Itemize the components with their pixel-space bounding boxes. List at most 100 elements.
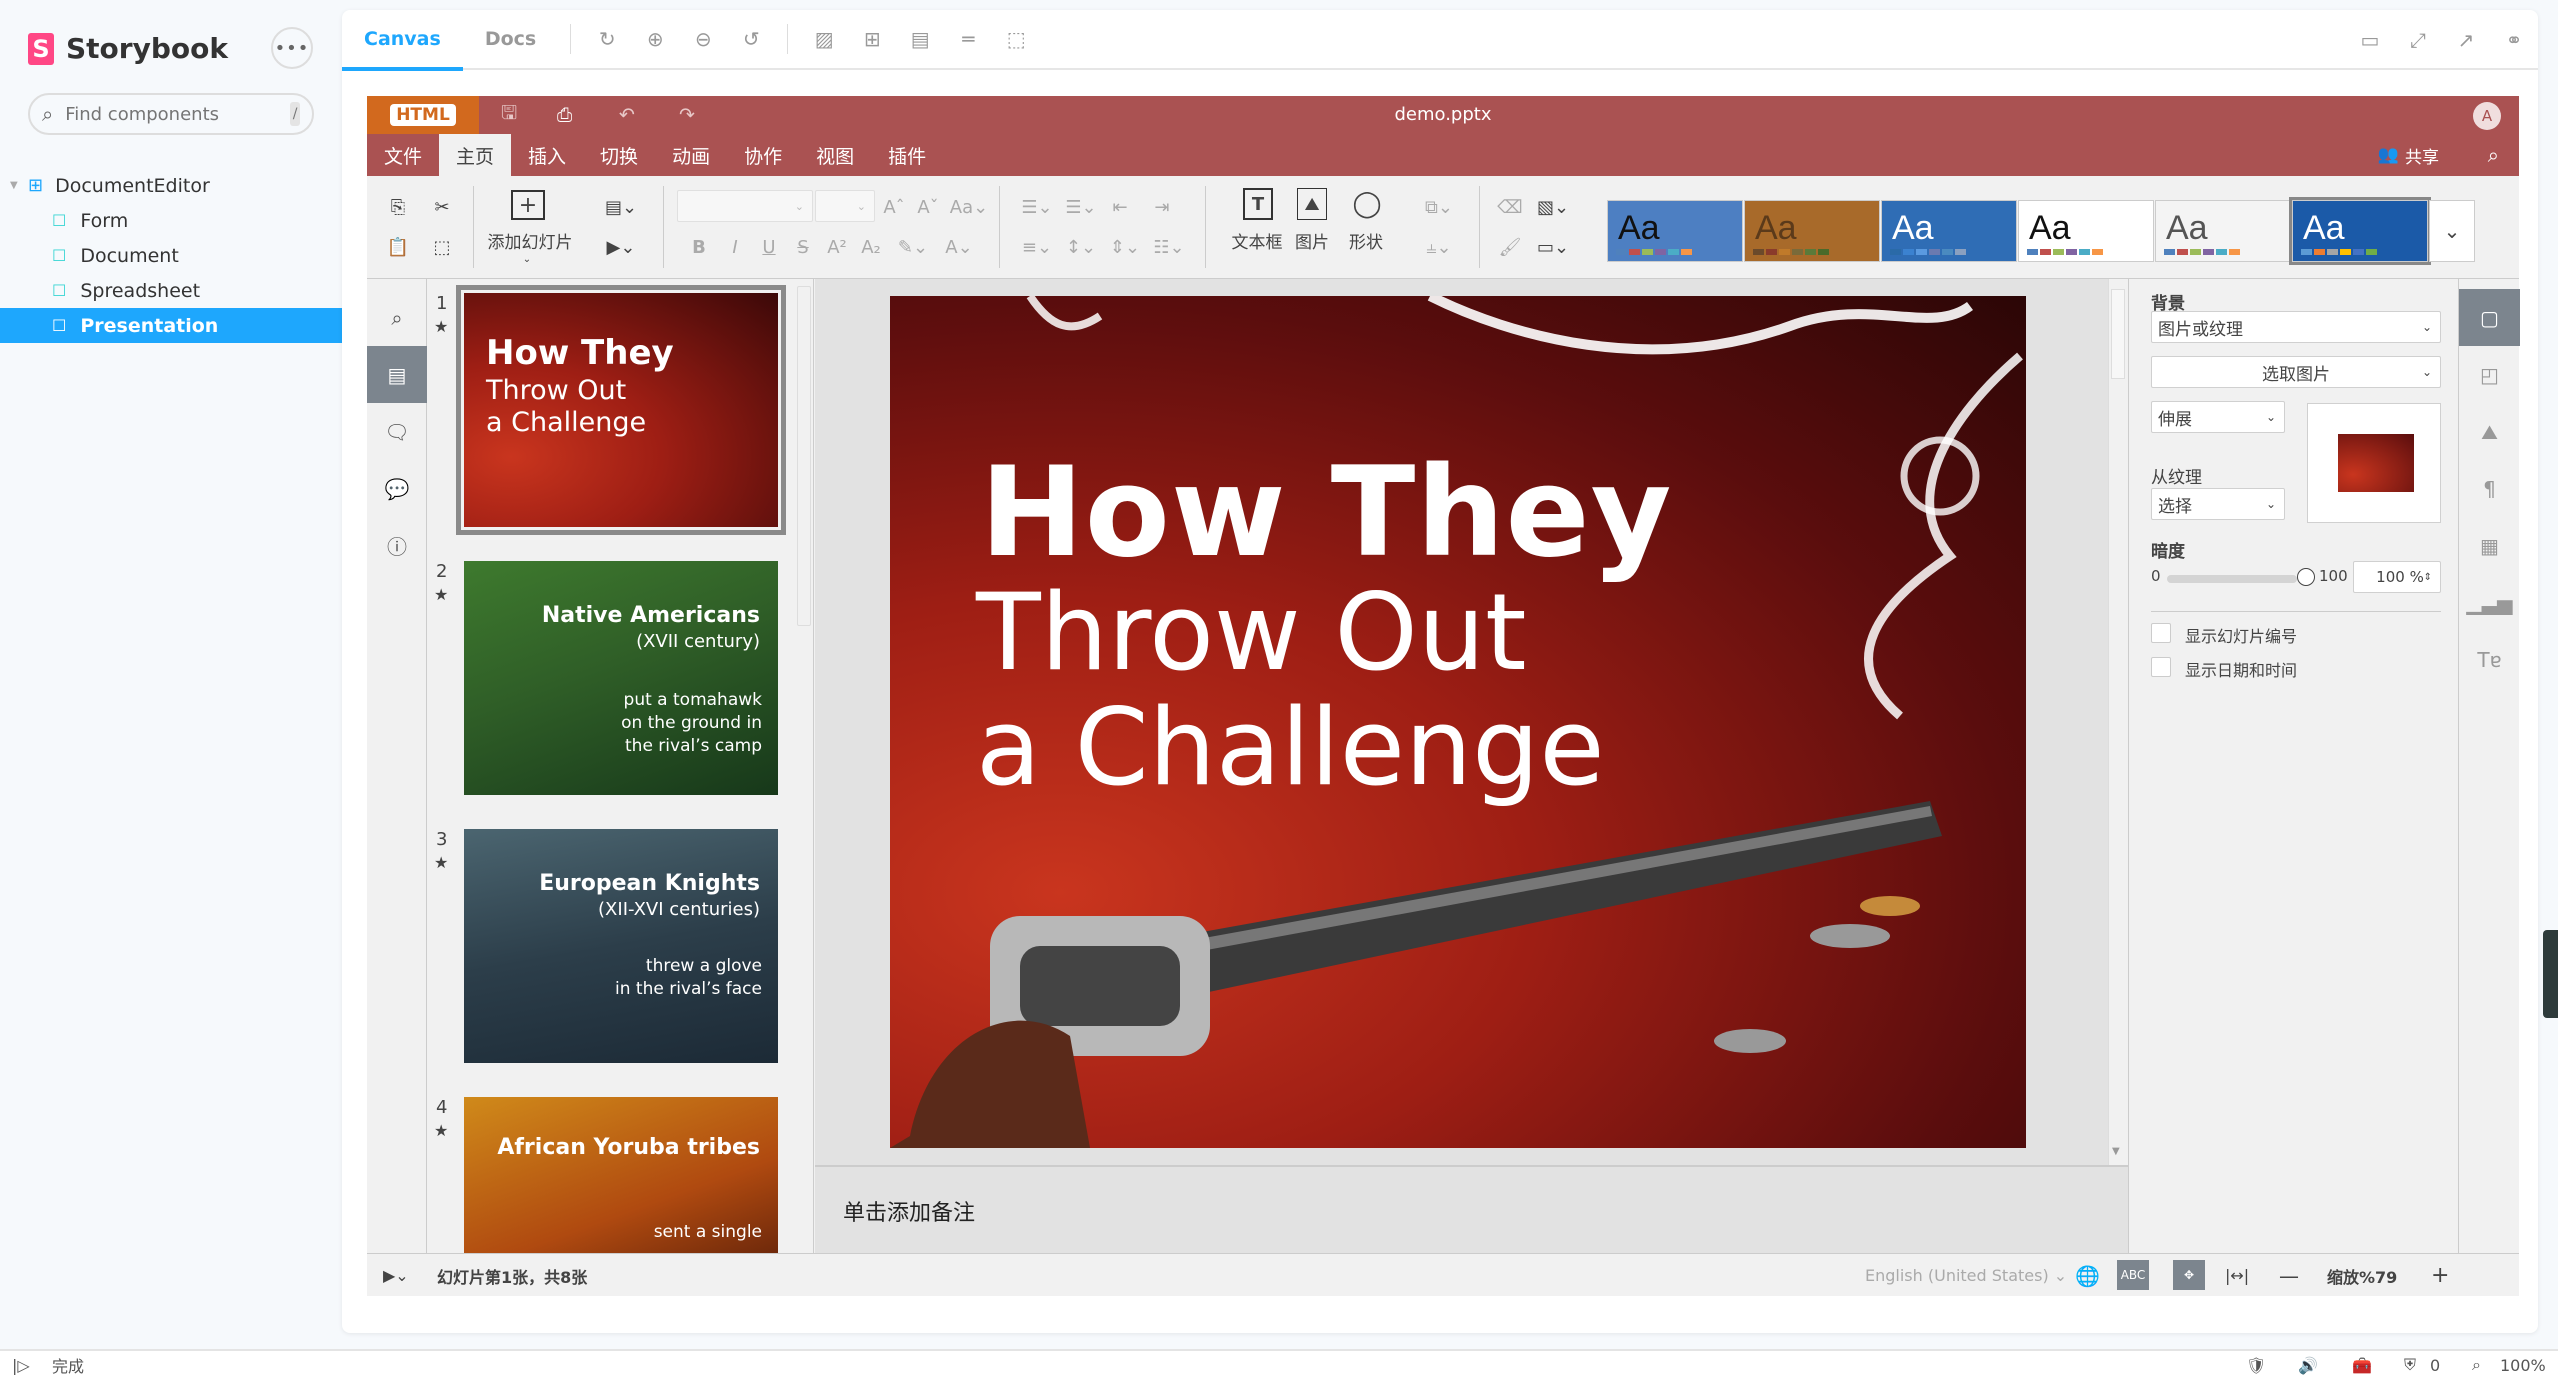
fit-width-icon[interactable]: |↔| [2225,1254,2249,1297]
tree-item-form[interactable]: ☐ Form [0,203,342,238]
texture-select[interactable]: 选择 ⌄ [2151,488,2285,520]
panel-icon[interactable]: ▭ [2346,10,2394,70]
grid-icon[interactable]: ⊞ [848,9,896,69]
scroll-thumb[interactable] [2111,289,2125,379]
search-input[interactable] [65,103,291,125]
opacity-slider[interactable] [2167,575,2297,583]
search-icon[interactable]: ⌕ [2488,134,2499,176]
info-icon[interactable]: ⓘ [367,517,427,574]
numbering-icon[interactable]: ☰⌄ [1061,192,1101,222]
font-size-select[interactable]: ⌄ [815,190,875,222]
current-slide[interactable]: How They Throw Out a Challenge [890,296,2026,1148]
cut-icon[interactable]: ✂ [427,192,457,222]
slide-thumbnail[interactable]: African Yoruba tribes sent a single [464,1097,778,1253]
zoom-in-button[interactable]: + [2431,1254,2449,1297]
spellcheck-icon[interactable]: ABC [2117,1260,2149,1290]
superscript-icon[interactable]: A² [825,232,849,262]
theme-gallery-expand-icon[interactable]: ⌄ [2429,200,2475,262]
slideshow-icon[interactable]: ▶⌄ [383,1254,409,1297]
arrange-icon[interactable]: ⧉⌄ [1419,192,1459,222]
format-painter-icon[interactable]: 🖌 [1495,232,1525,262]
shape-icon[interactable]: ◯ [1351,188,1383,220]
slide-thumbnail[interactable]: How They Throw Out a Challenge [456,285,786,535]
slide-subtitle-line2[interactable]: a Challenge [976,686,1605,809]
save-icon[interactable]: 🖫 [501,96,517,134]
print-icon[interactable]: ⎙ [557,96,572,134]
color-scheme-icon[interactable]: ▧⌄ [1533,192,1573,222]
align-icon[interactable]: ≡⌄ [1017,232,1057,262]
bold-icon[interactable]: B [687,232,711,262]
align-shapes-icon[interactable]: ⫨⌄ [1419,232,1459,262]
change-case-icon[interactable]: Aa⌄ [947,192,991,222]
theme-5[interactable]: Aa [2155,200,2291,262]
menu-plugins[interactable]: 插件 [871,134,943,176]
textbox-icon[interactable]: T [1243,188,1273,220]
paragraph-settings-icon[interactable]: ¶ [2459,460,2520,517]
zoom-reset-icon[interactable]: ↺ [727,9,775,69]
menu-collaboration[interactable]: 协作 [727,134,799,176]
image-icon[interactable]: ⛰ [1297,188,1327,220]
menu-view[interactable]: 视图 [799,134,871,176]
stretch-select[interactable]: 伸展 ⌄ [2151,401,2285,433]
brand[interactable]: S Storybook [28,32,228,65]
paste-icon[interactable]: 📋 [383,232,413,262]
add-slide-icon[interactable]: + [511,190,545,220]
opacity-input[interactable]: 100 % ⇕ [2353,561,2441,593]
sidebar-menu-button[interactable]: ••• [271,27,313,69]
menu-animation[interactable]: 动画 [655,134,727,176]
start-slideshow-icon[interactable]: ▶⌄ [599,232,643,262]
chat-icon[interactable]: 💬 [367,460,427,517]
image-settings-icon[interactable]: ⛰ [2459,403,2520,460]
fullscreen-icon[interactable]: ⤢ [2394,10,2442,70]
slide-title[interactable]: How They [980,441,1672,585]
zoom-out-icon[interactable]: ⊖ [679,9,727,69]
slide-thumbnail[interactable]: European Knights (XII-XVI centuries) threw… [464,829,778,1063]
slides-panel-icon[interactable]: ▤ [367,346,427,403]
show-date-time-checkbox[interactable] [2151,657,2171,677]
show-slide-number-checkbox[interactable] [2151,623,2171,643]
search-icon[interactable]: ⌕ [367,289,427,346]
zoom-out-button[interactable]: — [2279,1254,2299,1297]
page-side-handle[interactable] [2543,930,2558,1018]
menu-home[interactable]: 主页 [439,134,512,176]
globe-icon[interactable]: 🌐 [2075,1254,2100,1297]
font-name-select[interactable]: ⌄ [677,190,813,222]
underline-icon[interactable]: U [757,232,781,262]
viewport-icon[interactable]: ▤ [896,9,944,69]
menu-file[interactable]: 文件 [367,134,439,176]
slide-settings-icon[interactable]: ▢ [2459,289,2520,346]
slide-layout-icon[interactable]: ▤⌄ [599,192,643,222]
highlight-icon[interactable]: ✎⌄ [893,232,933,262]
spinner-icon[interactable]: ⇕ [2424,572,2432,583]
decrease-font-icon[interactable]: Aˇ [913,192,943,222]
add-slide-button[interactable]: 添加幻灯片 [485,228,575,253]
browser-zoom-icon[interactable]: ⌕ [2472,1351,2481,1379]
subscript-icon[interactable]: A₂ [859,232,883,262]
fit-slide-icon[interactable]: ✥ [2173,1260,2205,1290]
user-avatar[interactable]: A [2473,102,2501,130]
clear-style-icon[interactable]: ⌫ [1495,192,1525,222]
theme-6[interactable]: Aa [2289,197,2431,265]
theme-1[interactable]: Aa [1607,200,1743,262]
theme-4[interactable]: Aa [2018,200,2154,262]
line-spacing-icon[interactable]: ⇕⌄ [1105,232,1145,262]
sidebar-toggle-icon[interactable]: |▷ [12,1351,30,1379]
increase-font-icon[interactable]: Aˆ [879,192,909,222]
measure-icon[interactable]: ═ [944,9,992,69]
opacity-slider-handle[interactable] [2297,568,2315,586]
vertical-align-icon[interactable]: ↕⌄ [1061,232,1101,262]
background-icon[interactable]: ▨ [800,9,848,69]
zoom-in-icon[interactable]: ⊕ [631,9,679,69]
theme-2[interactable]: Aa [1744,200,1880,262]
tree-item-document[interactable]: ☐ Document [0,238,342,273]
notes-area[interactable]: 单击添加备注 [815,1165,2128,1253]
theme-3[interactable]: Aa [1881,200,2017,262]
slide-size-icon[interactable]: ▭⌄ [1533,232,1573,262]
copy-icon[interactable]: ⎘ [383,192,413,222]
scroll-down-icon[interactable]: ▼ [2112,1146,2120,1157]
sound-icon[interactable]: 🔊 [2298,1351,2318,1379]
undo-icon[interactable]: ↶ [619,96,635,134]
tab-canvas[interactable]: Canvas [342,9,463,71]
chevron-down-icon[interactable]: ⌄ [517,252,537,266]
canvas-vertical-scrollbar[interactable]: ▼ [2108,279,2128,1165]
